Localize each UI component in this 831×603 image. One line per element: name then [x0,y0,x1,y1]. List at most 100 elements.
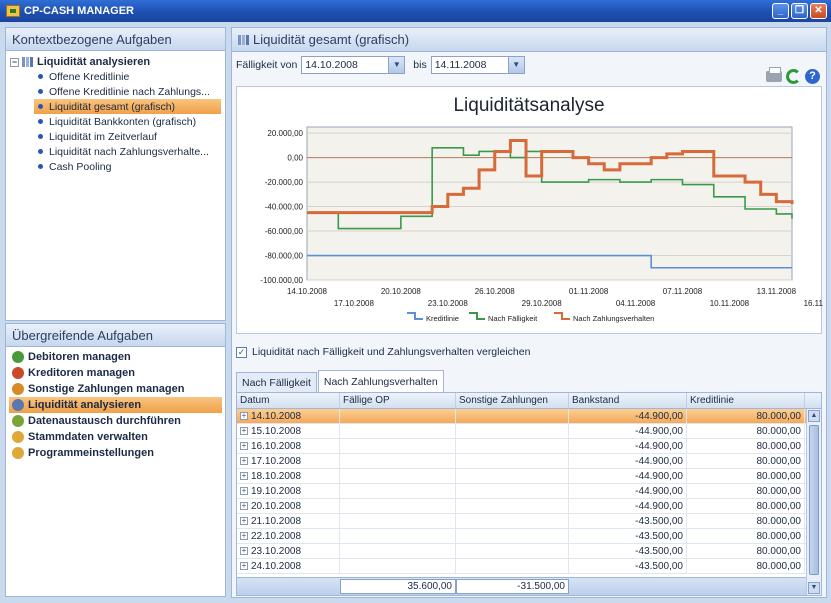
table-cell [456,454,569,468]
table-cell: -43.500,00 [569,544,687,558]
table-cell: 80.000,00 [687,424,805,438]
tree-item[interactable]: Offene Kreditlinie nach Zahlungs... [10,84,221,99]
date-from-select[interactable]: 14.10.2008 ▼ [301,56,406,74]
bar-chart-icon [238,34,249,45]
x-tick-label: 26.10.2008 [475,287,516,296]
table-row[interactable]: +22.10.2008 -43.500,00 80.000,00 [237,529,821,544]
date-to-select[interactable]: 14.11.2008 ▼ [430,56,525,74]
table-row[interactable]: +15.10.2008 -44.900,00 80.000,00 [237,424,821,439]
table-cell [340,409,456,423]
maximize-button[interactable]: ❐ [791,3,808,19]
global-task-item[interactable]: Programmeinstellungen [9,445,222,461]
global-task-item[interactable]: Stammdaten verwalten [9,429,222,445]
bar-chart-icon [22,57,33,67]
table-row[interactable]: +18.10.2008 -44.900,00 80.000,00 [237,469,821,484]
tree-item[interactable]: Offene Kreditlinie [10,69,221,84]
date-value: 19.10.2008 [251,485,302,497]
compare-option[interactable]: ✓ Liquidität nach Fälligkeit und Zahlung… [236,346,530,358]
scroll-up-icon[interactable]: ▲ [808,410,820,422]
table-row[interactable]: +20.10.2008 -44.900,00 80.000,00 [237,499,821,514]
compare-checkbox[interactable]: ✓ [236,346,247,358]
tab-nach-zahlungsverhalten[interactable]: Nach Zahlungsverhalten [317,370,444,392]
scroll-thumb[interactable] [809,425,819,575]
expand-icon[interactable]: + [240,457,248,465]
tree-item[interactable]: Liquidität nach Zahlungsverhalte... [10,144,221,159]
filter-bar: Fälligkeit von 14.10.2008 ▼ bis 14.11.20… [232,52,826,78]
table-row[interactable]: +19.10.2008 -44.900,00 80.000,00 [237,484,821,499]
column-header-bankstand[interactable]: Bankstand [569,393,687,408]
global-task-list: Debitoren managen Kreditoren managen Sonst… [5,347,226,597]
column-header-kreditlinie[interactable]: Kreditlinie [687,393,805,408]
column-header-sonstige-zahlungen[interactable]: Sonstige Zahlungen [456,393,569,408]
print-icon[interactable] [766,67,782,82]
table-row[interactable]: +17.10.2008 -44.900,00 80.000,00 [237,454,821,469]
table-row[interactable]: +14.10.2008 -44.900,00 80.000,00 [237,409,821,424]
main-panel: Liquidität gesamt (grafisch) Fälligkeit … [231,27,831,598]
date-value: 17.10.2008 [251,455,302,467]
table-cell: +15.10.2008 [237,424,340,438]
tree-item[interactable]: Liquidität Bankkonten (grafisch) [10,114,221,129]
table-cell: -44.900,00 [569,499,687,513]
expand-icon[interactable]: + [240,487,248,495]
chart-title: Liquiditätsanalyse [453,95,605,116]
task-icon [12,431,24,443]
global-task-item[interactable]: Kreditoren managen [9,365,222,381]
tree-root-liquiditaet[interactable]: − Liquidität analysieren [10,55,221,69]
expand-icon[interactable]: + [240,502,248,510]
tree-root-label: Liquidität analysieren [37,56,151,68]
global-task-item[interactable]: Debitoren managen [9,349,222,365]
expand-icon[interactable]: + [240,532,248,540]
collapse-icon[interactable]: − [10,57,19,67]
chevron-down-icon[interactable]: ▼ [388,57,405,73]
tree-item[interactable]: Liquidität gesamt (grafisch) [34,99,221,114]
table-cell [456,424,569,438]
y-tick-label: -100.000,00 [260,276,303,285]
table-row[interactable]: +21.10.2008 -43.500,00 80.000,00 [237,514,821,529]
expand-icon[interactable]: + [240,412,248,420]
expand-icon[interactable]: + [240,442,248,450]
left-sidebar: Kontextbezogene Aufgaben − Liquidität an… [5,27,226,598]
global-task-item[interactable]: Sonstige Zahlungen managen [9,381,222,397]
liquidity-table: Datum Fällige OP Sonstige Zahlungen Bank… [236,392,822,596]
legend-label: Kreditlinie [426,314,459,323]
table-row[interactable]: +23.10.2008 -43.500,00 80.000,00 [237,544,821,559]
chevron-down-icon[interactable]: ▼ [507,57,524,73]
bullet-icon [38,104,43,109]
table-row[interactable]: +24.10.2008 -43.500,00 80.000,00 [237,559,821,574]
task-label: Sonstige Zahlungen managen [28,383,185,395]
table-cell: +22.10.2008 [237,529,340,543]
close-button[interactable]: ✕ [810,3,827,19]
total-sonstige-zahlungen: -31.500,00 [456,579,569,594]
expand-icon[interactable]: + [240,427,248,435]
app-logo-icon [6,5,20,17]
expand-icon[interactable]: + [240,472,248,480]
table-cell: -44.900,00 [569,469,687,483]
table-cell: 80.000,00 [687,439,805,453]
date-value: 20.10.2008 [251,500,302,512]
table-row[interactable]: +16.10.2008 -44.900,00 80.000,00 [237,439,821,454]
table-cell: +17.10.2008 [237,454,340,468]
tree-item[interactable]: Liquidität im Zeitverlauf [10,129,221,144]
tree-item[interactable]: Cash Pooling [10,159,221,174]
scroll-down-icon[interactable]: ▼ [808,582,820,594]
refresh-icon[interactable] [786,69,801,84]
task-label: Programmeinstellungen [28,447,154,459]
task-label: Debitoren managen [28,351,131,363]
column-header-datum[interactable]: Datum [237,393,340,408]
column-header-faellige-op[interactable]: Fällige OP [340,393,456,408]
global-task-item[interactable]: Datenaustausch durchführen [9,413,222,429]
expand-icon[interactable]: + [240,562,248,570]
table-cell [456,439,569,453]
global-task-item[interactable]: Liquidität analysieren [9,397,222,413]
table-scrollbar[interactable]: ▲ ▼ [806,409,821,595]
x-tick-label: 04.11.2008 [616,299,656,308]
help-icon[interactable]: ? [805,69,820,84]
liquidity-chart: Liquiditätsanalyse 20.000,00 0,00 -20.000,… [236,86,831,334]
tab-nach-faelligkeit[interactable]: Nach Fälligkeit [236,372,317,392]
expand-icon[interactable]: + [240,517,248,525]
minimize-button[interactable]: _ [772,3,789,19]
task-label: Kreditoren managen [28,367,135,379]
task-icon [12,367,24,379]
expand-icon[interactable]: + [240,547,248,555]
table-cell [340,424,456,438]
